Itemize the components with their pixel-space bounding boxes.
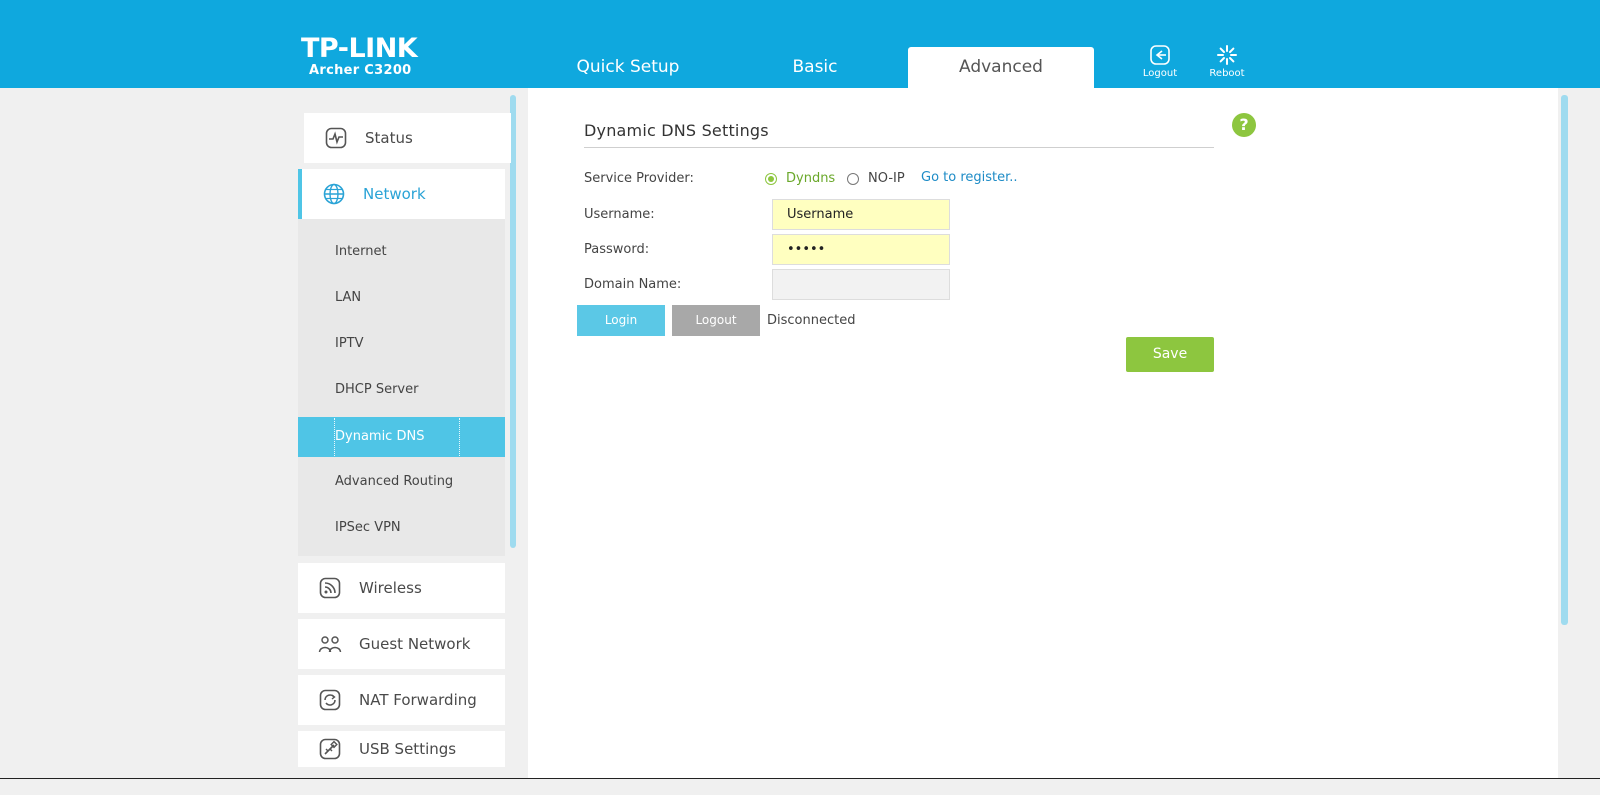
tp-link-logo: TP-LINK bbox=[301, 33, 418, 64]
logout-button[interactable]: Logout bbox=[672, 305, 760, 336]
reboot-header-label: Reboot bbox=[1209, 68, 1245, 79]
sidebar-item-nat-forwarding[interactable]: NAT Forwarding bbox=[298, 675, 505, 725]
username-label: Username: bbox=[584, 207, 655, 222]
sidebar-item-label: Status bbox=[365, 129, 413, 147]
sidebar-subitem-dhcp-server[interactable]: DHCP Server bbox=[298, 370, 505, 410]
tab-basic[interactable]: Basic bbox=[720, 47, 910, 88]
connection-status: Disconnected bbox=[767, 313, 856, 328]
sidebar-subitem-internet[interactable]: Internet bbox=[298, 232, 505, 272]
guest-network-icon bbox=[318, 632, 342, 656]
usb-icon bbox=[318, 737, 342, 761]
help-icon[interactable]: ? bbox=[1232, 113, 1256, 137]
sidebar-subitem-dynamic-dns[interactable]: Dynamic DNS bbox=[298, 417, 505, 457]
logout-icon bbox=[1135, 44, 1185, 66]
sidebar-item-wireless[interactable]: Wireless bbox=[298, 563, 505, 613]
password-input[interactable] bbox=[772, 234, 950, 265]
radio-noip-label[interactable]: NO-IP bbox=[868, 171, 905, 186]
radio-dyndns-label[interactable]: Dyndns bbox=[786, 171, 835, 186]
register-link[interactable]: Go to register.. bbox=[921, 170, 1018, 185]
nat-forwarding-icon bbox=[318, 688, 342, 712]
reboot-header-button[interactable]: Reboot bbox=[1202, 44, 1252, 79]
sidebar-item-guest-network[interactable]: Guest Network bbox=[298, 619, 505, 669]
sidebar-item-label: Guest Network bbox=[359, 635, 471, 653]
main-content bbox=[528, 88, 1558, 780]
radio-dyndns[interactable] bbox=[765, 173, 777, 185]
sidebar-item-label: NAT Forwarding bbox=[359, 691, 477, 709]
domain-name-label: Domain Name: bbox=[584, 277, 682, 292]
sidebar-item-label: Wireless bbox=[359, 579, 422, 597]
save-button[interactable]: Save bbox=[1126, 337, 1214, 372]
top-header: TP-LINK Archer C3200 Quick Setup Basic A… bbox=[0, 0, 1600, 88]
logout-header-button[interactable]: Logout bbox=[1135, 44, 1185, 79]
sidebar-item-label: USB Settings bbox=[359, 740, 457, 758]
status-icon bbox=[324, 126, 348, 150]
sidebar-item-usb-settings[interactable]: USB Settings bbox=[298, 731, 505, 767]
sidebar-item-network[interactable]: Network bbox=[298, 169, 505, 219]
network-submenu: Internet LAN IPTV DHCP Server Dynamic DN… bbox=[298, 219, 505, 556]
sidebar-subitem-ipsec-vpn[interactable]: IPSec VPN bbox=[298, 508, 505, 548]
focus-outline bbox=[334, 418, 460, 456]
globe-icon bbox=[322, 182, 346, 206]
password-label: Password: bbox=[584, 242, 650, 257]
bottom-rule bbox=[0, 778, 1600, 779]
sidebar-subitem-iptv[interactable]: IPTV bbox=[298, 324, 505, 364]
model-name: Archer C3200 bbox=[309, 63, 412, 78]
reboot-icon bbox=[1202, 44, 1252, 66]
username-input[interactable] bbox=[772, 199, 950, 230]
login-button[interactable]: Login bbox=[577, 305, 665, 336]
logout-header-label: Logout bbox=[1142, 68, 1178, 79]
wireless-icon bbox=[318, 576, 342, 600]
section-title: Dynamic DNS Settings bbox=[584, 121, 769, 140]
sidebar-subitem-lan[interactable]: LAN bbox=[298, 278, 505, 318]
section-divider bbox=[584, 147, 1214, 148]
sidebar-item-status[interactable]: Status bbox=[304, 113, 511, 163]
radio-noip[interactable] bbox=[847, 173, 859, 185]
content-scrollbar[interactable] bbox=[1561, 95, 1568, 625]
service-provider-label: Service Provider: bbox=[584, 171, 694, 186]
sidebar-subitem-advanced-routing[interactable]: Advanced Routing bbox=[298, 462, 505, 502]
sidebar-item-label: Network bbox=[363, 185, 426, 203]
tab-advanced[interactable]: Advanced bbox=[908, 47, 1094, 88]
bottom-bar bbox=[0, 778, 1600, 795]
tab-quick-setup[interactable]: Quick Setup bbox=[533, 47, 723, 88]
domain-name-input[interactable] bbox=[772, 269, 950, 300]
